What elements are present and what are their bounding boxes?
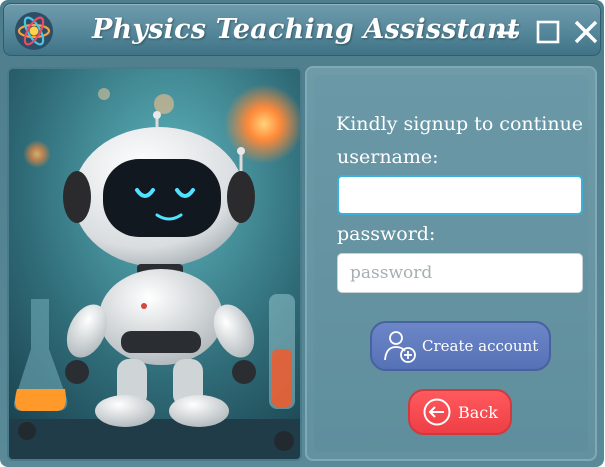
arrow-left-circle-icon (423, 398, 451, 426)
add-user-icon (384, 331, 416, 363)
maximize-icon[interactable] (534, 18, 562, 46)
password-input[interactable] (337, 253, 583, 293)
signup-form: Kindly signup to continue username: pass… (314, 75, 588, 452)
create-account-button[interactable]: Create account (370, 321, 551, 371)
back-button[interactable]: Back (408, 389, 512, 435)
robot-illustration (7, 67, 302, 461)
title-bar[interactable]: Physics Teaching Assisstant (3, 3, 601, 56)
signup-prompt: Kindly signup to continue (336, 113, 584, 135)
robot-picture (9, 69, 300, 459)
close-icon[interactable] (572, 18, 600, 46)
signup-form-panel: Kindly signup to continue username: pass… (305, 66, 597, 461)
back-label: Back (458, 402, 498, 422)
minimize-icon[interactable] (494, 18, 522, 46)
create-account-label: Create account (422, 337, 539, 355)
username-label: username: (337, 146, 439, 168)
password-label: password: (337, 223, 436, 245)
window-title: Physics Teaching Assisstant (92, 14, 520, 45)
username-input[interactable] (337, 175, 583, 215)
atom-icon (15, 12, 53, 50)
app-window: Physics Teaching Assisstant Kindly signu… (0, 0, 604, 467)
